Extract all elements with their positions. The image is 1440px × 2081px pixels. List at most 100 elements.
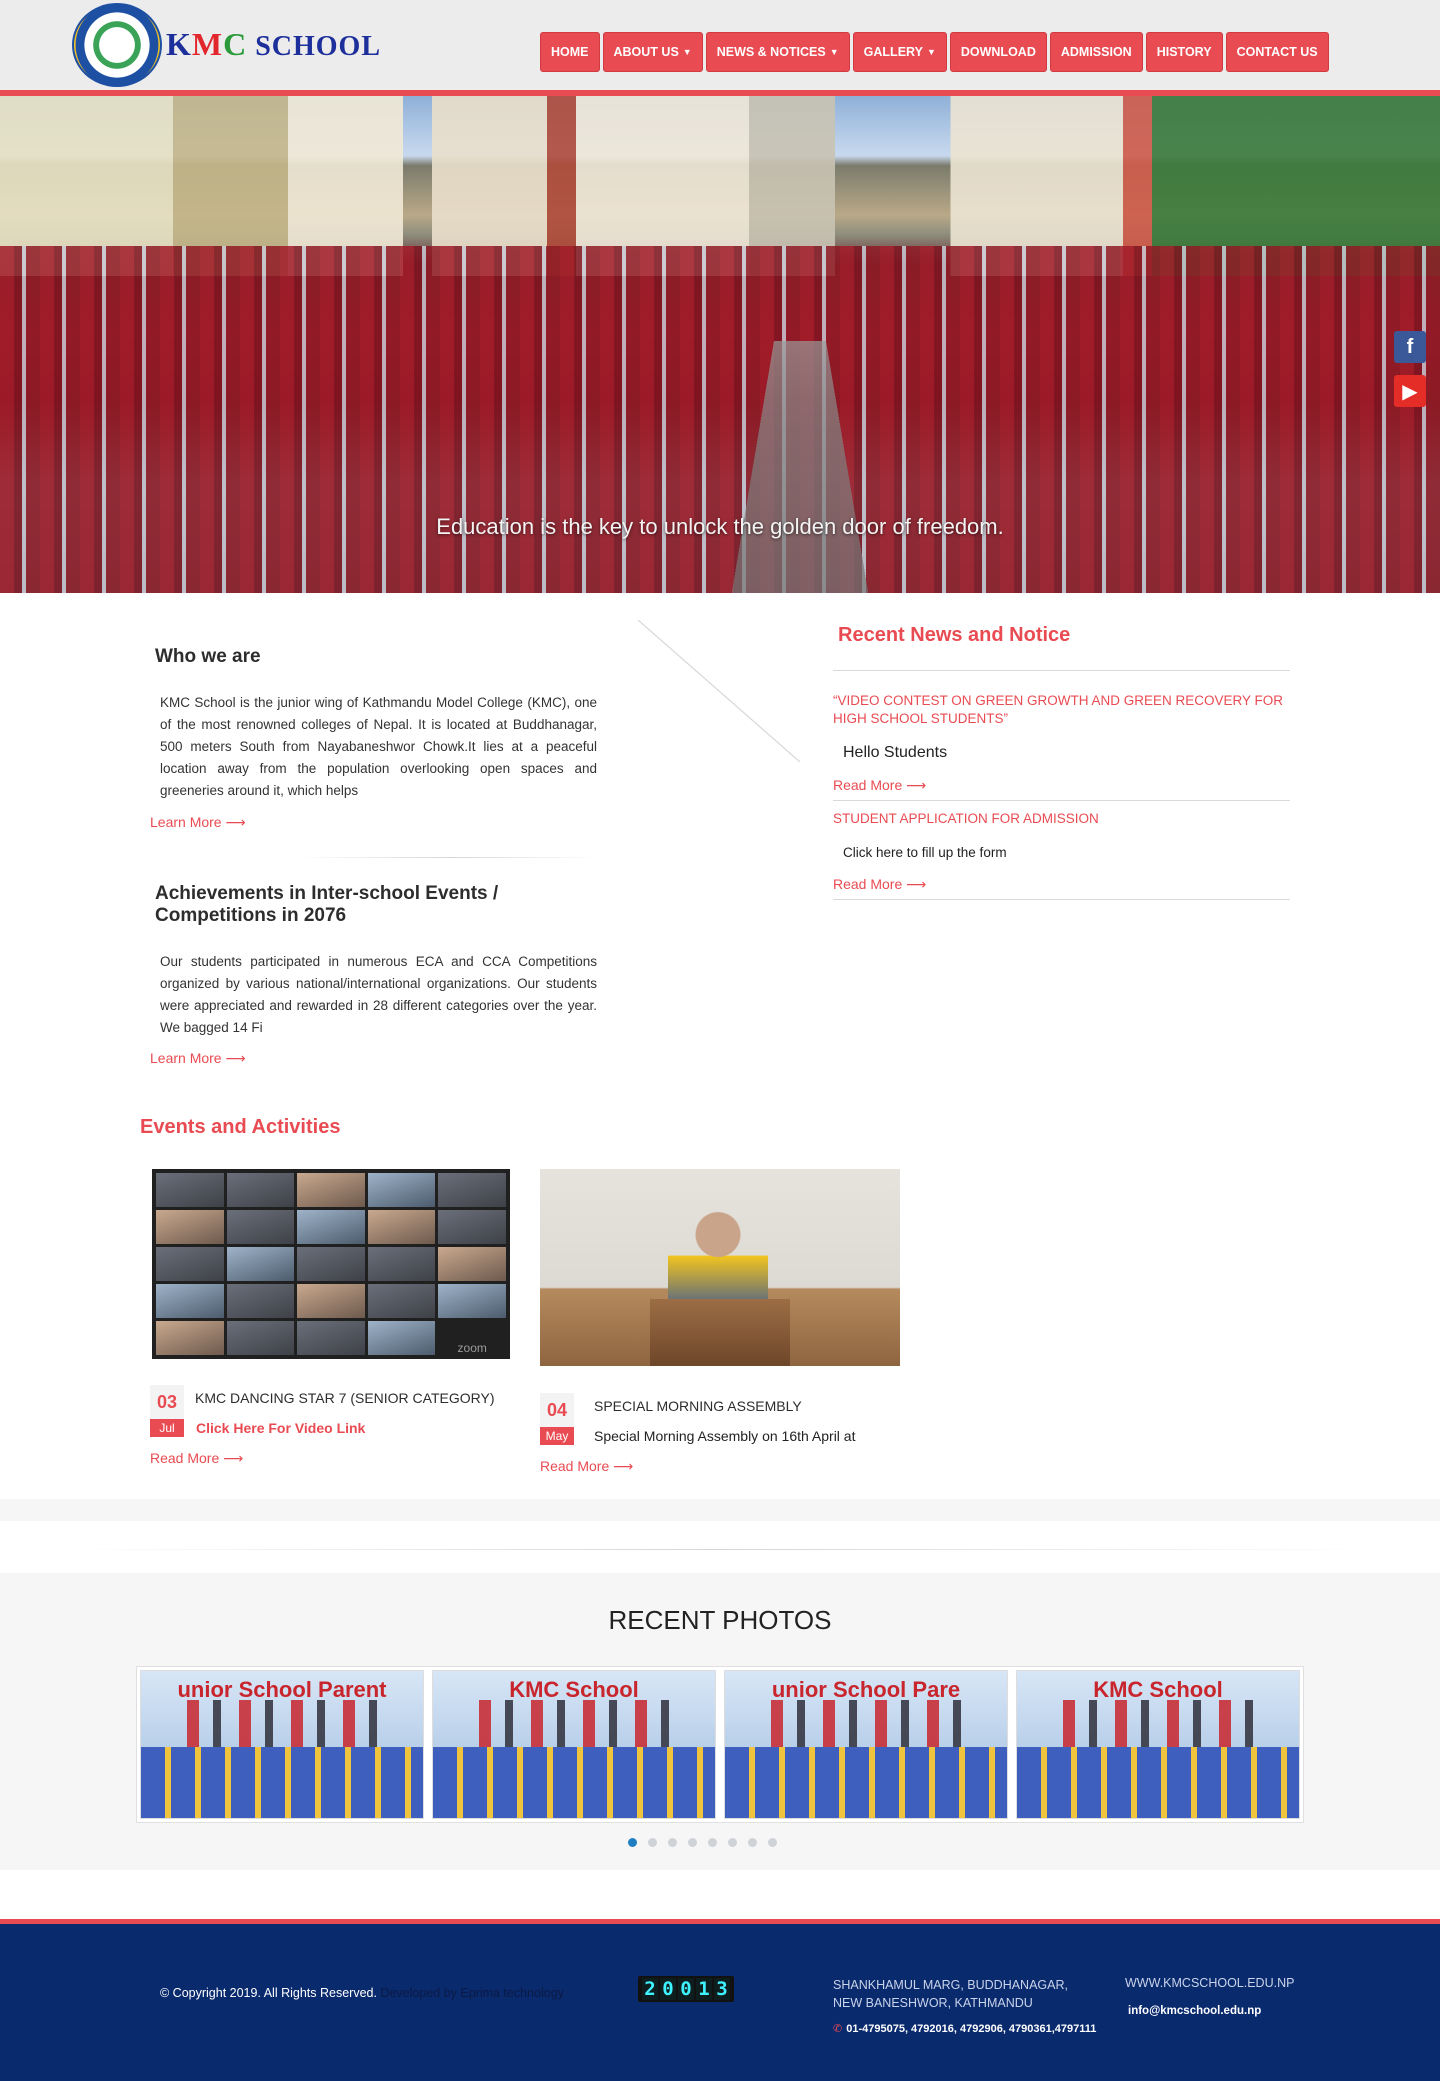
logo-word-school: SCHOOL — [255, 31, 382, 62]
events-title: Events and Activities — [140, 1116, 341, 1138]
nav-news-notices[interactable]: NEWS & NOTICES ▼ — [705, 32, 850, 72]
event-video-link[interactable]: Click Here For Video Link — [196, 1420, 365, 1436]
facebook-icon[interactable]: f — [1394, 331, 1426, 363]
footer-website-link[interactable]: WWW.KMCSCHOOL.EDU.NP — [1125, 1976, 1294, 1990]
video-tile — [297, 1321, 365, 1355]
photo-banner-text: KMC School — [1093, 1677, 1223, 1702]
event-read-more-link[interactable]: Read More ⟶ — [540, 1458, 633, 1475]
news-divider — [833, 899, 1290, 900]
carousel-pagination — [628, 1838, 777, 1847]
video-tile — [226, 1284, 295, 1318]
event-thumbnail-video-call[interactable]: zoom — [152, 1169, 510, 1359]
hero-image-students — [0, 246, 1440, 593]
copyright-notice: © Copyright 2019. All Rights Reserved. — [160, 1986, 377, 2000]
developer-link[interactable]: Developed by Eprima technology — [380, 1986, 563, 2000]
phone-icon: ✆ — [833, 2023, 843, 2035]
caret-down-icon: ▼ — [682, 47, 692, 57]
carousel-dot[interactable] — [728, 1838, 737, 1847]
zoom-watermark: zoom — [438, 1321, 506, 1355]
footer-email-link[interactable]: info@kmcschool.edu.np — [1128, 2005, 1261, 2017]
carousel-photo[interactable]: unior School Pare — [724, 1670, 1008, 1819]
photo-stage — [725, 1747, 1007, 1818]
achievements-learn-more-link[interactable]: Learn More ⟶ — [150, 1050, 246, 1067]
video-tile — [438, 1247, 506, 1281]
youtube-icon[interactable]: ▶ — [1394, 375, 1426, 407]
event-title[interactable]: SPECIAL MORNING ASSEMBLY — [594, 1398, 802, 1414]
nav-label: HOME — [551, 45, 589, 59]
carousel-dot[interactable] — [688, 1838, 697, 1847]
nav-about-us[interactable]: ABOUT US ▼ — [602, 32, 703, 72]
carousel-dot[interactable] — [668, 1838, 677, 1847]
carousel-dot[interactable] — [628, 1838, 637, 1847]
hero-banner: Education is the key to unlock the golde… — [0, 96, 1440, 593]
counter-digit: 1 — [696, 1978, 712, 2000]
logo-letter-c: C — [223, 26, 248, 62]
video-tile — [297, 1210, 365, 1244]
who-we-are-heading: Who we are — [155, 646, 261, 667]
video-tile — [367, 1210, 436, 1244]
nav-gallery[interactable]: GALLERY ▼ — [852, 32, 947, 72]
carousel-photo[interactable]: KMC School — [1016, 1670, 1300, 1819]
video-tile — [156, 1247, 224, 1281]
news-read-more-link[interactable]: Read More ⟶ — [833, 777, 926, 794]
photo-stage — [1017, 1747, 1299, 1818]
video-tile — [156, 1210, 224, 1244]
school-logo-emblem[interactable] — [72, 3, 162, 87]
event-date: 04 May — [540, 1393, 574, 1445]
nav-label: CONTACT US — [1236, 45, 1318, 59]
video-tile — [438, 1284, 506, 1318]
news-divider — [833, 800, 1290, 801]
video-tile — [297, 1284, 365, 1318]
footer-phones: ✆ 01-4795075, 4792016, 4792906, 4790361,4… — [833, 2022, 1096, 2035]
counter-digit: 3 — [714, 1978, 730, 2000]
event-title[interactable]: KMC DANCING STAR 7 (SENIOR CATEGORY) — [195, 1390, 494, 1406]
carousel-dot[interactable] — [748, 1838, 757, 1847]
carousel-dot[interactable] — [708, 1838, 717, 1847]
event-date: 03 Jul — [150, 1385, 184, 1437]
photo-stage — [433, 1747, 715, 1818]
news-item-heading[interactable]: STUDENT APPLICATION FOR ADMISSION — [833, 810, 1290, 828]
news-divider — [833, 670, 1290, 671]
event-date-month: May — [540, 1427, 574, 1445]
photo-carousel[interactable]: unior School Parent KMC School unior Sch… — [136, 1666, 1304, 1823]
caret-down-icon: ▼ — [829, 47, 839, 57]
event-summary: Special Morning Assembly on 16th April a… — [594, 1428, 856, 1444]
event-read-more-link[interactable]: Read More ⟶ — [150, 1450, 243, 1467]
nav-home[interactable]: HOME — [540, 32, 600, 72]
nav-label: GALLERY — [863, 45, 923, 59]
nav-label: DOWNLOAD — [960, 45, 1036, 59]
nav-contact-us[interactable]: CONTACT US — [1225, 32, 1329, 72]
section-band — [0, 1499, 1440, 1521]
photo-stage — [141, 1747, 423, 1818]
decorative-diagonal-line — [638, 620, 800, 762]
event-date-day: 03 — [150, 1385, 184, 1419]
video-tile — [156, 1284, 224, 1318]
news-item-heading[interactable]: “VIDEO CONTEST ON GREEN GROWTH AND GREEN… — [833, 692, 1290, 728]
counter-digit: 0 — [678, 1978, 694, 2000]
carousel-dot[interactable] — [768, 1838, 777, 1847]
podium — [650, 1299, 790, 1366]
video-tile — [297, 1173, 365, 1207]
carousel-dot[interactable] — [648, 1838, 657, 1847]
caret-down-icon: ▼ — [926, 47, 936, 57]
news-read-more-link[interactable]: Read More ⟶ — [833, 876, 926, 893]
event-thumbnail-assembly[interactable] — [540, 1169, 900, 1366]
nav-download[interactable]: DOWNLOAD — [949, 32, 1047, 72]
carousel-photo[interactable]: unior School Parent — [140, 1670, 424, 1819]
recent-news-title: Recent News and Notice — [838, 624, 1071, 646]
nav-admission[interactable]: ADMISSION — [1049, 32, 1143, 72]
video-tile — [438, 1173, 506, 1207]
video-tile — [367, 1284, 436, 1318]
footer-address: SHANKHAMUL MARG, BUDDHANAGAR, NEW BANESH… — [833, 1976, 1068, 2012]
school-logo-text[interactable]: KMC SCHOOL — [166, 26, 381, 63]
copyright-text: © Copyright 2019. All Rights Reserved. D… — [160, 1986, 564, 2000]
who-we-are-learn-more-link[interactable]: Learn More ⟶ — [150, 814, 246, 831]
nav-history[interactable]: HISTORY — [1145, 32, 1223, 72]
event-date-month: Jul — [150, 1419, 184, 1437]
video-tile — [156, 1173, 224, 1207]
photo-banner-text: KMC School — [509, 1677, 639, 1702]
nav-label: ADMISSION — [1060, 45, 1132, 59]
carousel-photo[interactable]: KMC School — [432, 1670, 716, 1819]
news-item-body: Hello Students — [843, 744, 948, 761]
video-tile — [367, 1321, 436, 1355]
